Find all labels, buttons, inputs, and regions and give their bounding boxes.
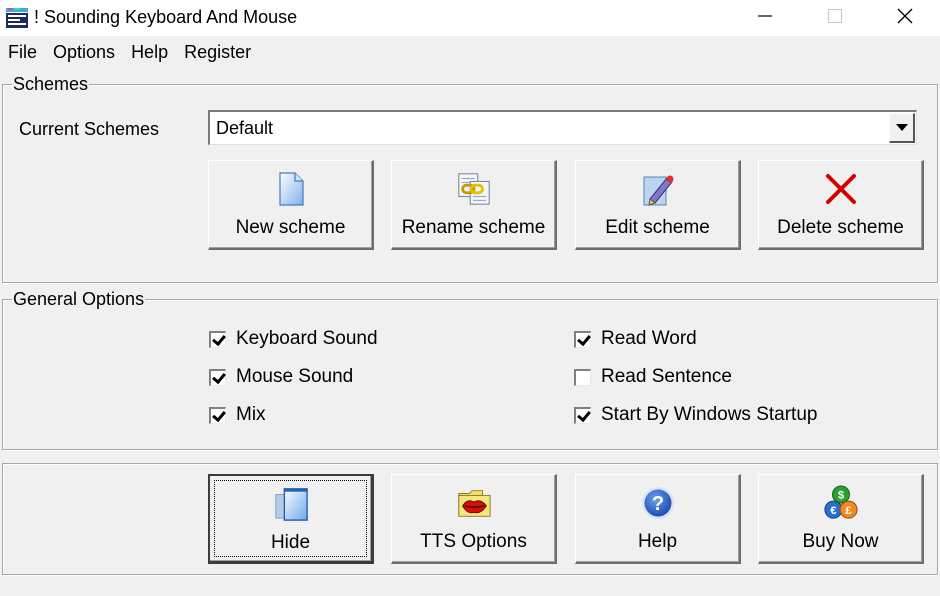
edit-scheme-button[interactable]: Edit scheme (575, 160, 741, 250)
rename-scheme-button[interactable]: Rename scheme (391, 160, 557, 250)
read-sentence-label: Read Sentence (601, 366, 732, 387)
svg-text:£: £ (845, 505, 852, 517)
mouse-sound-checkmark[interactable] (209, 368, 226, 386)
mouse-sound-label: Mouse Sound (236, 366, 354, 387)
read-word-label: Read Word (601, 328, 697, 349)
read-word-checkbox[interactable]: Read Word (574, 328, 697, 350)
edit-scheme-label: Edit scheme (605, 217, 710, 238)
rename-scheme-label: Rename scheme (401, 217, 546, 238)
lips-folder-icon (456, 485, 492, 521)
title-bar: ! Sounding Keyboard And Mouse (0, 0, 940, 36)
maximize-icon (828, 8, 842, 28)
edit-pencil-icon (640, 171, 676, 207)
rename-link-icon (456, 171, 492, 207)
start-by-windows-startup-label: Start By Windows Startup (601, 404, 818, 425)
new-document-icon (273, 171, 309, 207)
mix-checkbox[interactable]: Mix (209, 404, 266, 426)
chevron-down-icon[interactable] (889, 113, 915, 143)
current-scheme-value: Default (216, 118, 274, 138)
buy-now-label: Buy Now (802, 531, 879, 552)
start-by-windows-startup-checkbox[interactable]: Start By Windows Startup (574, 404, 817, 426)
mix-label: Mix (236, 404, 266, 425)
hide-label: Hide (270, 532, 311, 553)
maximize-button[interactable] (800, 0, 870, 36)
start-by-windows-startup-checkmark[interactable] (574, 406, 591, 424)
svg-text:?: ? (651, 493, 663, 515)
help-label: Help (637, 531, 678, 552)
mix-checkmark[interactable] (209, 406, 226, 424)
keyboard-sound-label: Keyboard Sound (236, 328, 378, 349)
svg-text:$: $ (837, 490, 844, 502)
svg-text:€: € (830, 505, 837, 517)
window-title: ! Sounding Keyboard And Mouse (34, 7, 298, 27)
hide-button[interactable]: Hide (208, 474, 374, 564)
delete-scheme-button[interactable]: Delete scheme (758, 160, 924, 250)
tts-options-button[interactable]: TTS Options (391, 474, 557, 564)
help-button[interactable]: ? Help (575, 474, 741, 564)
close-button[interactable] (870, 0, 940, 36)
schemes-group-label: Schemes (12, 74, 90, 94)
menu-bar: File Options Help Register (0, 36, 940, 68)
current-schemes-label: Current Schemes (19, 119, 160, 139)
help-question-icon: ? (640, 485, 676, 521)
minimize-icon (758, 9, 772, 28)
read-sentence-checkmark[interactable] (574, 368, 591, 386)
menu-help[interactable]: Help (123, 36, 176, 68)
minimize-button[interactable] (730, 0, 800, 36)
buy-now-button[interactable]: $ € £ Buy Now (758, 474, 924, 564)
mouse-sound-checkbox[interactable]: Mouse Sound (209, 366, 353, 388)
delete-x-icon (823, 171, 859, 207)
menu-file[interactable]: File (0, 36, 45, 68)
general-options-group (2, 299, 938, 450)
read-sentence-checkbox[interactable]: Read Sentence (574, 366, 732, 388)
keyboard-sound-checkmark[interactable] (209, 330, 226, 348)
keyboard-app-icon (5, 7, 29, 29)
new-scheme-label: New scheme (235, 217, 346, 238)
delete-scheme-label: Delete scheme (777, 217, 904, 238)
general-options-group-label: General Options (12, 289, 146, 309)
new-scheme-button[interactable]: New scheme (208, 160, 374, 250)
windows-stack-icon (273, 486, 309, 522)
menu-register[interactable]: Register (176, 36, 259, 68)
read-word-checkmark[interactable] (574, 330, 591, 348)
currency-coins-icon: $ € £ (823, 485, 859, 521)
menu-options[interactable]: Options (45, 36, 123, 68)
keyboard-sound-checkbox[interactable]: Keyboard Sound (209, 328, 378, 350)
close-icon (897, 8, 913, 29)
current-scheme-dropdown[interactable]: Default (208, 110, 917, 145)
tts-options-label: TTS Options (420, 531, 527, 552)
